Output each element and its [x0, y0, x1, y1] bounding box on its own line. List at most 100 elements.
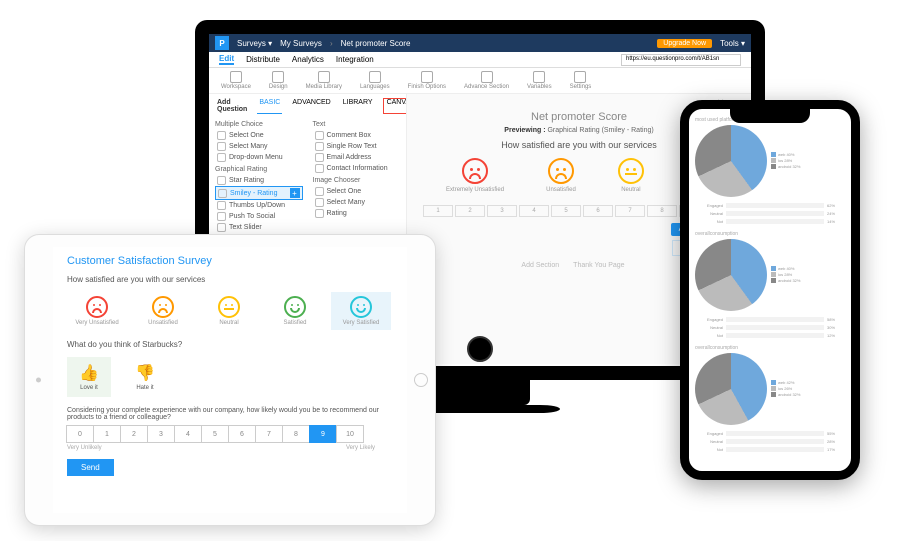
tool-variables[interactable]: Variables: [527, 71, 552, 90]
smiley-unsatisfied[interactable]: Unsatisfied: [546, 158, 576, 193]
surveys-menu[interactable]: Surveys ▾: [237, 39, 272, 48]
opt-text-slider[interactable]: Text Slider: [215, 222, 303, 233]
tool-design[interactable]: Design: [269, 71, 288, 90]
nps-9[interactable]: 9: [309, 425, 337, 443]
upgrade-button[interactable]: Upgrade Now: [657, 39, 712, 48]
opt-single-row[interactable]: Single Row Text: [313, 141, 401, 152]
t-smiley-1[interactable]: Very Unsatisfied: [67, 292, 127, 330]
nps-8[interactable]: 8: [282, 425, 310, 443]
opt-email[interactable]: Email Address: [313, 152, 401, 163]
nps-scale: 012345678910: [67, 425, 393, 443]
bar-chart: Engaged62%Neutral24%Not14%: [695, 201, 845, 225]
opt-smiley[interactable]: Smiley - Rating+: [215, 186, 303, 200]
opt-thumbs[interactable]: Thumbs Up/Down: [215, 200, 303, 211]
text-icon: [315, 142, 324, 151]
opt-contact[interactable]: Contact Information: [313, 163, 401, 174]
opt-push-social[interactable]: Push To Social: [215, 211, 303, 222]
group-graphical: Graphical Rating: [215, 166, 303, 173]
nps-6[interactable]: 6: [228, 425, 256, 443]
nps-5[interactable]: 5: [201, 425, 229, 443]
tablet-device: Customer Satisfaction Survey How satisfi…: [25, 235, 435, 525]
nps-1[interactable]: 1: [93, 425, 121, 443]
page-3[interactable]: 3: [487, 205, 517, 217]
page-8[interactable]: 8: [647, 205, 677, 217]
page-7[interactable]: 7: [615, 205, 645, 217]
opt-img-many[interactable]: Select Many: [313, 197, 401, 208]
app-header: P Surveys ▾ My Surveys › Net promoter Sc…: [209, 34, 751, 52]
tools-menu[interactable]: Tools ▾: [720, 39, 745, 48]
page-4[interactable]: 4: [519, 205, 549, 217]
send-button[interactable]: Send: [67, 459, 114, 476]
thumbs-row: 👍Love it 👎Hate it: [67, 357, 393, 397]
nps-high-label: Very Likely: [346, 445, 375, 451]
tab-distribute[interactable]: Distribute: [246, 55, 280, 64]
neutral-face-icon: [618, 158, 644, 184]
page-1[interactable]: 1: [423, 205, 453, 217]
bar-chart: Engaged55%Neutral28%Not17%: [695, 429, 845, 453]
tablet-q2: What do you think of Starbucks?: [67, 340, 393, 349]
checkbox-icon: [217, 142, 226, 151]
opt-img-rating[interactable]: Rating: [313, 208, 401, 219]
breadcrumb-survey-name[interactable]: Net promoter Score: [341, 39, 411, 48]
email-icon: [315, 153, 324, 162]
pie-chart: [695, 125, 767, 197]
add-section-link[interactable]: Add Section: [521, 262, 559, 269]
tool-settings[interactable]: Settings: [570, 71, 592, 90]
tab-library[interactable]: LIBRARY: [341, 98, 375, 114]
tab-add-question[interactable]: Add Question: [215, 98, 249, 114]
media-icon: [318, 71, 330, 83]
star-icon: [217, 176, 226, 185]
image-icon: [315, 187, 324, 196]
design-icon: [272, 71, 284, 83]
nps-3[interactable]: 3: [147, 425, 175, 443]
smiley-icon: [218, 189, 227, 198]
page-5[interactable]: 5: [551, 205, 581, 217]
globe-icon: [369, 71, 381, 83]
thumb-down[interactable]: 👎Hate it: [123, 357, 167, 397]
nps-4[interactable]: 4: [174, 425, 202, 443]
nps-2[interactable]: 2: [120, 425, 148, 443]
tab-basic[interactable]: BASIC: [257, 98, 282, 114]
tool-advance[interactable]: Advance Section: [464, 71, 509, 90]
tool-finish[interactable]: Finish Options: [408, 71, 446, 90]
nps-7[interactable]: 7: [255, 425, 283, 443]
variables-icon: [533, 71, 545, 83]
opt-dropdown[interactable]: Drop-down Menu: [215, 152, 303, 163]
opt-comment[interactable]: Comment Box: [313, 130, 401, 141]
nps-0[interactable]: 0: [66, 425, 94, 443]
t-smiley-3[interactable]: Neutral: [199, 292, 259, 330]
tab-canvas[interactable]: CANVAS: [383, 98, 407, 114]
nps-10[interactable]: 10: [336, 425, 364, 443]
page-2[interactable]: 2: [455, 205, 485, 217]
tool-workspace[interactable]: Workspace: [221, 71, 251, 90]
tab-advanced[interactable]: ADVANCED: [290, 98, 332, 114]
tab-analytics[interactable]: Analytics: [292, 55, 324, 64]
t-smiley-4[interactable]: Satisfied: [265, 292, 325, 330]
tab-integration[interactable]: Integration: [336, 55, 374, 64]
opt-select-many[interactable]: Select Many: [215, 141, 303, 152]
page-6[interactable]: 6: [583, 205, 613, 217]
phone-device: most used platform web 40%ios 28%android…: [680, 100, 860, 480]
survey-url-field[interactable]: https://eu.questionpro.com/t/AB1sn: [621, 54, 741, 66]
opt-select-one[interactable]: Select One: [215, 130, 303, 141]
opt-star[interactable]: Star Rating: [215, 175, 303, 186]
chart-title: overallconsumption: [695, 345, 845, 351]
pie-legend: web 40%ios 28%android 32%: [771, 152, 845, 170]
t-smiley-2[interactable]: Unsatisfied: [133, 292, 193, 330]
tool-languages[interactable]: Languages: [360, 71, 390, 90]
thumb-up[interactable]: 👍Love it: [67, 357, 111, 397]
rating-icon: [315, 209, 324, 218]
t-smiley-5[interactable]: Very Satisfied: [331, 292, 391, 330]
nps-low-label: Very Unlikely: [67, 445, 102, 451]
opt-img-one[interactable]: Select One: [313, 186, 401, 197]
pie-legend: web 40%ios 28%android 32%: [771, 266, 845, 284]
advance-icon: [481, 71, 493, 83]
smiley-neutral[interactable]: Neutral: [618, 158, 644, 193]
breadcrumb-my-surveys[interactable]: My Surveys: [280, 39, 322, 48]
tab-edit[interactable]: Edit: [219, 54, 234, 65]
tool-media[interactable]: Media Library: [306, 71, 342, 90]
thumbs-down-icon: 👎: [135, 363, 155, 383]
thank-you-page-link[interactable]: Thank You Page: [573, 262, 624, 269]
pie-chart: [695, 353, 767, 425]
smiley-extremely-unsatisfied[interactable]: Extremely Unsatisfied: [446, 158, 504, 193]
